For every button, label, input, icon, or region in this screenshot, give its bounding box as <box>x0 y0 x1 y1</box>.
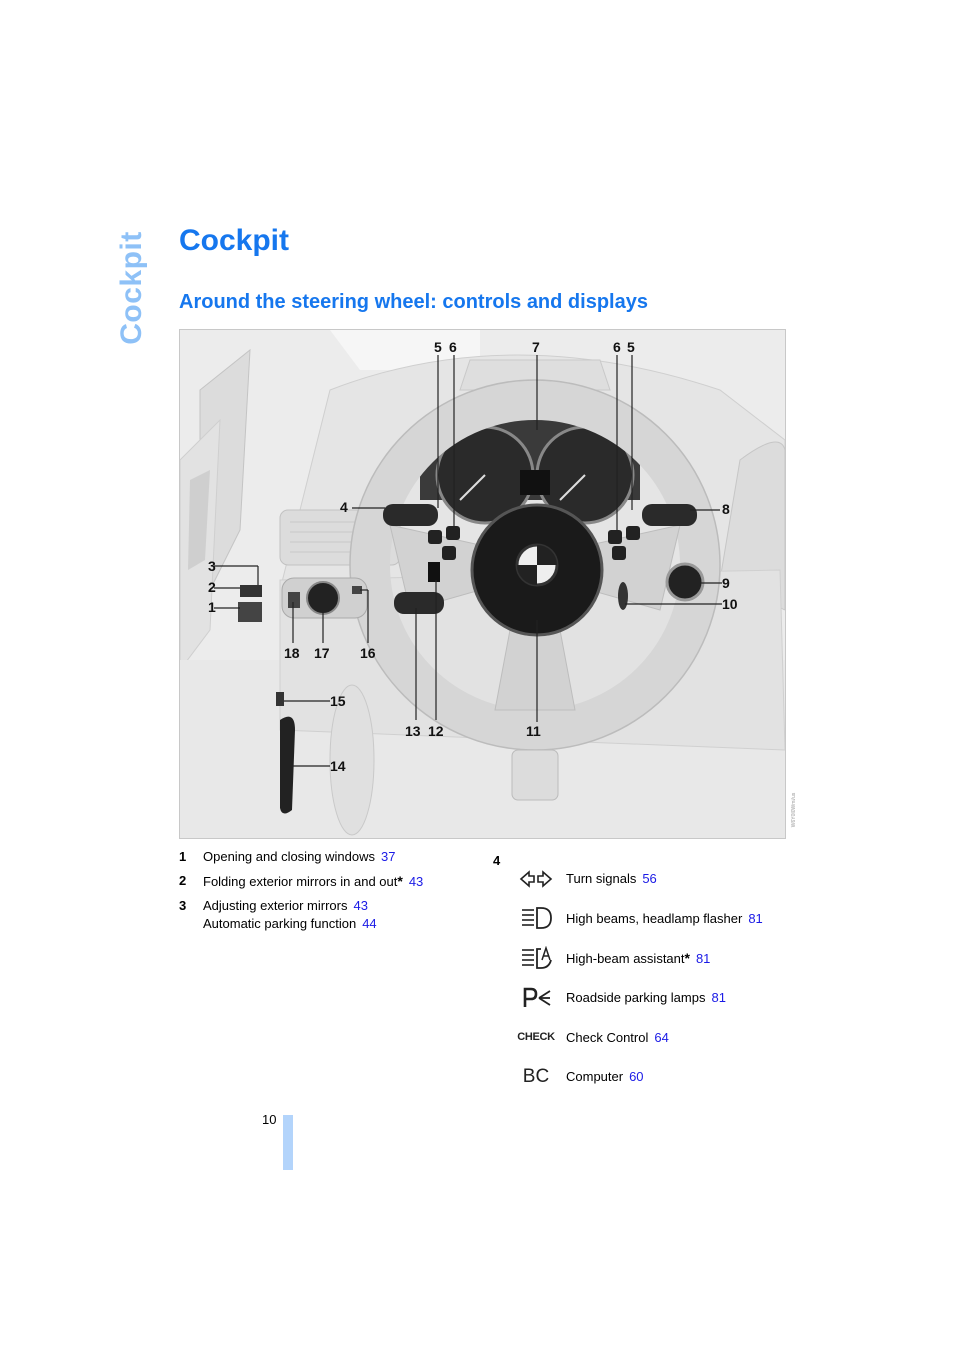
callout-13: 13 <box>405 723 421 739</box>
callout-17: 17 <box>314 645 330 661</box>
legend-text: Opening and closing windows <box>203 849 375 864</box>
computer-icon: BC <box>522 1065 550 1087</box>
legend-subtext: Automatic parking function <box>203 916 357 931</box>
legend-left: 1 Opening and closing windows 37 2 Foldin… <box>179 848 479 939</box>
callout-10: 10 <box>722 596 738 612</box>
figure-code: W6Y0I0Wmi/us <box>789 780 799 840</box>
page-number: 10 <box>262 1112 277 1127</box>
ignition-lock <box>618 582 628 610</box>
legend-item-high-beam-assistant: High-beam assistant* 81 <box>516 938 806 978</box>
callout-2: 2 <box>208 579 216 595</box>
callout-6-left: 6 <box>449 339 457 355</box>
figure-code-text: W6Y0I0Wmi/us <box>791 792 797 828</box>
wiper-stalk <box>642 504 697 526</box>
callout-1: 1 <box>208 599 216 615</box>
page-reference-link[interactable]: 64 <box>654 1030 668 1045</box>
legend-item-3: 3 Adjusting exterior mirrors 43 Automatic… <box>179 897 479 933</box>
page-title: Cockpit <box>179 224 290 257</box>
page-reference-link[interactable]: 56 <box>642 871 656 886</box>
legend-text: Folding exterior mirrors in and out <box>203 874 398 889</box>
legend-text: High-beam assistant <box>566 950 685 966</box>
legend-text: Computer <box>566 1069 624 1085</box>
page-reference-link[interactable]: 43 <box>354 898 368 913</box>
section-title: Around the steering wheel: controls and … <box>179 291 648 313</box>
legend-number: 3 <box>179 898 187 913</box>
callout-8: 8 <box>722 501 730 517</box>
wheel-button <box>428 530 442 544</box>
parking-lamps-icon <box>516 985 556 1011</box>
page-reference-link[interactable]: 81 <box>711 990 725 1005</box>
cockpit-illustration: 1 2 3 4 5 6 7 6 5 8 9 10 11 12 13 14 15 … <box>179 329 786 839</box>
callout-16: 16 <box>360 645 376 661</box>
callout-18: 18 <box>284 645 300 661</box>
window-switches <box>238 602 262 622</box>
start-stop-button <box>665 562 705 602</box>
instrument-lighting <box>288 592 300 608</box>
page-reference-link[interactable]: 43 <box>409 874 423 889</box>
wheel-button <box>608 530 622 544</box>
page-reference-link[interactable]: 44 <box>362 916 376 931</box>
optional-equipment-star: * <box>397 873 403 889</box>
legend-number: 2 <box>179 873 187 888</box>
legend-number-4: 4 <box>493 853 501 868</box>
legend-item-turn-signals: Turn signals 56 <box>516 859 806 899</box>
callout-12: 12 <box>428 723 444 739</box>
brake-pedal <box>511 749 559 801</box>
high-beam-assistant-icon <box>516 945 556 971</box>
legend-right: Turn signals 56 High beams, headlamp flas… <box>516 859 806 1097</box>
steering-column-lever <box>428 562 440 582</box>
legend-number: 1 <box>179 849 187 864</box>
legend-text: High beams, headlamp flasher <box>566 910 743 926</box>
legend-item-check-control: CHECK Check Control 64 <box>516 1017 806 1057</box>
wheel-button <box>446 526 460 540</box>
mirror-switch <box>240 585 262 597</box>
callout-3: 3 <box>208 558 216 574</box>
turn-signals-icon <box>516 866 556 892</box>
legend-text: Adjusting exterior mirrors <box>203 898 348 913</box>
callout-11: 11 <box>526 723 541 739</box>
cockpit-drawing: 1 2 3 4 5 6 7 6 5 8 9 10 11 12 13 14 15 … <box>180 330 785 838</box>
legend-text: Turn signals <box>566 871 637 887</box>
callout-6-right: 6 <box>613 339 621 355</box>
callout-15: 15 <box>330 693 346 709</box>
hood-release <box>276 692 284 706</box>
side-tab-label: Cockpit <box>115 230 148 345</box>
legend-item-2: 2 Folding exterior mirrors in and out* 43 <box>179 872 479 891</box>
legend-item-parking-lamps: Roadside parking lamps 81 <box>516 978 806 1018</box>
legend-item-computer: BC Computer 60 <box>516 1057 806 1097</box>
high-beam-icon <box>516 905 556 931</box>
callout-7: 7 <box>532 339 540 355</box>
legend-item-high-beams: High beams, headlamp flasher 81 <box>516 899 806 939</box>
callout-5-left: 5 <box>434 339 442 355</box>
page-marker-bar <box>283 1115 293 1170</box>
legend-text: Check Control <box>566 1029 649 1045</box>
side-tab: Cockpit <box>112 230 152 345</box>
page-reference-link[interactable]: 81 <box>748 911 762 926</box>
callout-9: 9 <box>722 575 730 591</box>
wheel-button <box>626 526 640 540</box>
callout-5-right: 5 <box>627 339 635 355</box>
legend-item-1: 1 Opening and closing windows 37 <box>179 848 479 866</box>
legend-text: Roadside parking lamps <box>566 990 706 1006</box>
callout-14: 14 <box>330 758 346 774</box>
wheel-button <box>442 546 456 560</box>
check-control-icon: CHECK <box>517 1031 555 1044</box>
page-reference-link[interactable]: 37 <box>381 849 395 864</box>
turn-signal-stalk <box>383 504 438 526</box>
callout-4: 4 <box>340 499 348 515</box>
page-reference-link[interactable]: 60 <box>629 1069 643 1084</box>
optional-equipment-star: * <box>684 949 690 966</box>
page-reference-link[interactable]: 81 <box>696 951 710 966</box>
cluster-display <box>520 470 550 495</box>
wheel-button <box>612 546 626 560</box>
